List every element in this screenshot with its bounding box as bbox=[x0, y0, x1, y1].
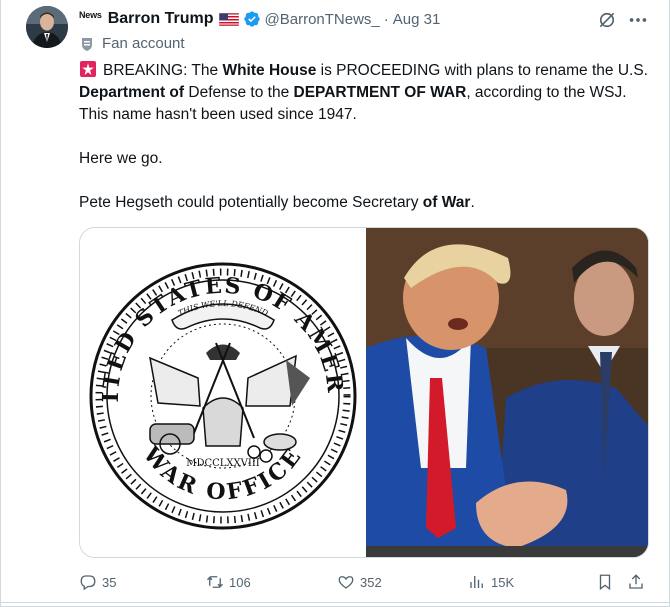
repost-icon bbox=[207, 576, 223, 588]
fan-account-label: Fan account bbox=[79, 35, 185, 52]
timestamp[interactable]: Aug 31 bbox=[393, 11, 441, 28]
tweet-text-segment: Pete Hegseth could potentially become Se… bbox=[79, 194, 423, 211]
like-button[interactable]: 352 bbox=[337, 570, 382, 594]
post-header: News Barron Trump @BarronTNews_ · Aug 31 bbox=[79, 8, 440, 30]
handle[interactable]: @BarronTNews_ bbox=[265, 11, 380, 28]
reply-icon bbox=[80, 575, 96, 591]
more-icon[interactable] bbox=[627, 10, 649, 30]
verified-icon bbox=[243, 11, 260, 27]
views-button[interactable]: 15K bbox=[468, 570, 514, 594]
tweet-text-segment: is PROCEEDING with plans to rename the U… bbox=[316, 62, 648, 79]
tweet-text-segment: . bbox=[470, 194, 475, 211]
action-bar: 35 106 352 15K bbox=[79, 570, 651, 594]
media-grid[interactable]: UNITED STATES OF AMERICA WAR OFFICE THIS… bbox=[79, 227, 649, 558]
tweet-text-bold: White House bbox=[222, 62, 317, 79]
views-icon bbox=[470, 576, 483, 588]
media-image-photo[interactable] bbox=[366, 228, 648, 557]
reply-count: 35 bbox=[102, 574, 117, 590]
seal-year: MDCCLXXVIII bbox=[186, 458, 260, 469]
tweet-text-bold: of War bbox=[422, 194, 471, 211]
divider bbox=[0, 602, 670, 603]
bookmark-icon bbox=[599, 574, 611, 591]
views-count: 15K bbox=[491, 574, 515, 590]
tweet-paragraph: BREAKING: The White House is PROCEEDING … bbox=[79, 60, 659, 126]
news-tag: News bbox=[79, 10, 102, 20]
share-button[interactable] bbox=[627, 570, 650, 594]
share-icon bbox=[629, 574, 643, 589]
reply-button[interactable]: 35 bbox=[79, 570, 116, 594]
display-name[interactable]: Barron Trump bbox=[108, 10, 214, 28]
fan-account-icon bbox=[82, 37, 92, 51]
tweet-paragraph: Here we go. bbox=[79, 150, 163, 167]
siren-icon bbox=[80, 61, 96, 77]
tweet-paragraph: Pete Hegseth could potentially become Se… bbox=[79, 192, 659, 214]
tweet-text-segment: BREAKING: The bbox=[103, 62, 223, 79]
repost-count: 106 bbox=[229, 574, 251, 590]
separator-dot: · bbox=[383, 10, 389, 28]
grok-icon[interactable] bbox=[597, 10, 617, 30]
like-icon bbox=[338, 576, 354, 589]
media-image-seal[interactable]: UNITED STATES OF AMERICA WAR OFFICE THIS… bbox=[80, 228, 366, 557]
flag-icon bbox=[218, 12, 239, 26]
tweet-text: BREAKING: The White House is PROCEEDING … bbox=[79, 60, 659, 214]
tweet-text-bold: DEPARTMENT OF WAR bbox=[293, 84, 467, 101]
avatar[interactable] bbox=[26, 6, 68, 48]
tweet-text-segment: Defense to the bbox=[184, 84, 294, 101]
bookmark-button[interactable] bbox=[596, 570, 619, 594]
fan-account-text: Fan account bbox=[102, 35, 185, 52]
repost-button[interactable]: 106 bbox=[206, 570, 251, 594]
like-count: 352 bbox=[360, 574, 382, 590]
tweet-text-bold: Department of bbox=[79, 84, 185, 101]
